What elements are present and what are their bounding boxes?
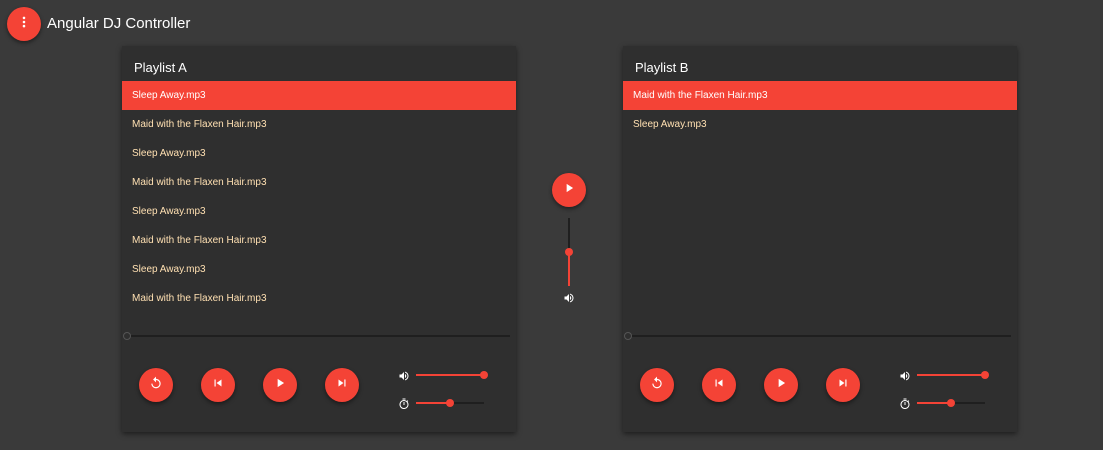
deck-b-volume-fill	[917, 374, 985, 376]
speed-icon	[899, 397, 911, 410]
volume-icon	[899, 369, 911, 381]
replay-icon	[149, 376, 163, 395]
deck-a-volume-slider[interactable]	[416, 371, 488, 379]
deck-a-progress-bar[interactable]	[123, 332, 510, 340]
skip-next-icon	[836, 376, 850, 395]
deck-a-track-list: Sleep Away.mp3 Maid with the Flaxen Hair.…	[122, 81, 516, 313]
deck-a-next-button[interactable]	[325, 368, 359, 402]
deck-b-speed-fill	[917, 402, 951, 404]
deck-b-volume-slider[interactable]	[917, 371, 989, 379]
track-item[interactable]: Maid with the Flaxen Hair.mp3	[623, 81, 1017, 110]
deck-b-track-list: Maid with the Flaxen Hair.mp3 Sleep Away.…	[623, 81, 1017, 139]
track-item[interactable]: Sleep Away.mp3	[122, 255, 516, 284]
volume-icon	[563, 291, 575, 303]
skip-next-icon	[335, 376, 349, 395]
menu-button[interactable]	[7, 7, 41, 41]
deck-a-previous-button[interactable]	[201, 368, 235, 402]
track-item[interactable]: Sleep Away.mp3	[122, 197, 516, 226]
track-item[interactable]: Maid with the Flaxen Hair.mp3	[122, 110, 516, 139]
skip-previous-icon	[712, 376, 726, 395]
deck-a-speed-knob[interactable]	[446, 399, 454, 407]
replay-icon	[650, 376, 664, 395]
more-vert-icon	[17, 15, 31, 34]
deck-a-speed-slider[interactable]	[416, 399, 484, 407]
deck-b-next-button[interactable]	[826, 368, 860, 402]
deck-b-progress-knob[interactable]	[624, 332, 632, 340]
deck-b-play-button[interactable]	[764, 368, 798, 402]
play-icon	[273, 376, 287, 395]
track-item[interactable]: Sleep Away.mp3	[122, 139, 516, 168]
deck-b-previous-button[interactable]	[702, 368, 736, 402]
deck-b-progress-bar[interactable]	[624, 332, 1011, 340]
deck-a-title: Playlist A	[134, 60, 187, 75]
deck-b-speed-knob[interactable]	[947, 399, 955, 407]
skip-previous-icon	[211, 376, 225, 395]
deck-b-volume-knob[interactable]	[981, 371, 989, 379]
track-item[interactable]: Sleep Away.mp3	[623, 110, 1017, 139]
deck-a-play-button[interactable]	[263, 368, 297, 402]
deck-a: Playlist A Sleep Away.mp3 Maid with the F…	[122, 46, 516, 432]
play-icon	[562, 181, 576, 200]
deck-a-replay-button[interactable]	[139, 368, 173, 402]
deck-a-volume-knob[interactable]	[480, 371, 488, 379]
deck-b-replay-button[interactable]	[640, 368, 674, 402]
crossfader-knob[interactable]	[565, 248, 573, 256]
deck-b-title: Playlist B	[635, 60, 689, 75]
speed-icon	[398, 397, 410, 410]
deck-b-speed-slider[interactable]	[917, 399, 985, 407]
track-item[interactable]: Maid with the Flaxen Hair.mp3	[122, 284, 516, 313]
track-item[interactable]: Sleep Away.mp3	[122, 81, 516, 110]
crossfader-fill	[568, 252, 570, 286]
deck-a-volume-fill	[416, 374, 484, 376]
master-play-button[interactable]	[552, 173, 586, 207]
deck-a-speed-fill	[416, 402, 450, 404]
play-icon	[774, 376, 788, 395]
deck-b: Playlist B Maid with the Flaxen Hair.mp3…	[623, 46, 1017, 432]
app-title: Angular DJ Controller	[47, 15, 191, 32]
deck-a-progress-knob[interactable]	[123, 332, 131, 340]
track-item[interactable]: Maid with the Flaxen Hair.mp3	[122, 226, 516, 255]
track-item[interactable]: Maid with the Flaxen Hair.mp3	[122, 168, 516, 197]
crossfader-slider[interactable]	[565, 218, 573, 286]
volume-icon	[398, 369, 410, 381]
